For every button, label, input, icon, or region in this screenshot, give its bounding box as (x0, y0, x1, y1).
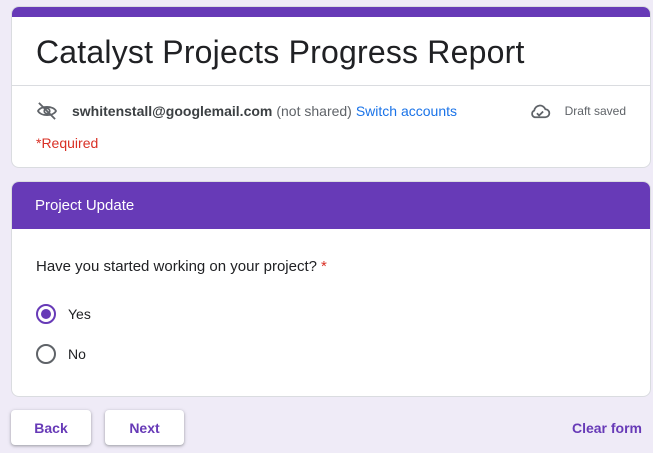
section-card: Project Update Have you started working … (11, 181, 651, 397)
form-title: Catalyst Projects Progress Report (36, 34, 525, 70)
clear-form-button[interactable]: Clear form (572, 420, 642, 436)
divider (12, 85, 650, 86)
section-title: Project Update (35, 197, 135, 214)
draft-status-group: Draft saved (529, 100, 626, 122)
question-title: Have you started working on your project… (36, 258, 327, 275)
required-asterisk: * (320, 258, 327, 275)
cloud-check-icon (529, 103, 551, 119)
radio-option-yes[interactable]: Yes (36, 302, 91, 326)
option-label: Yes (68, 306, 91, 322)
radio-button[interactable] (36, 344, 56, 364)
sharing-status: (not shared) (276, 103, 352, 119)
back-button[interactable]: Back (11, 410, 91, 445)
section-header: Project Update (12, 182, 650, 229)
form-header-card: Catalyst Projects Progress Report swhite… (11, 6, 651, 168)
draft-status: Draft saved (564, 104, 626, 118)
next-button[interactable]: Next (105, 410, 184, 445)
question-text: Have you started working on your project… (36, 258, 317, 275)
required-note: *Required (36, 135, 99, 151)
eye-off-icon (36, 101, 60, 121)
radio-button-checked[interactable] (36, 304, 56, 324)
option-label: No (68, 346, 86, 362)
account-email: swhitenstall@googlemail.com (72, 103, 273, 119)
accent-bar (12, 7, 650, 17)
radio-option-no[interactable]: No (36, 342, 86, 366)
switch-accounts-link[interactable]: Switch accounts (356, 103, 457, 119)
